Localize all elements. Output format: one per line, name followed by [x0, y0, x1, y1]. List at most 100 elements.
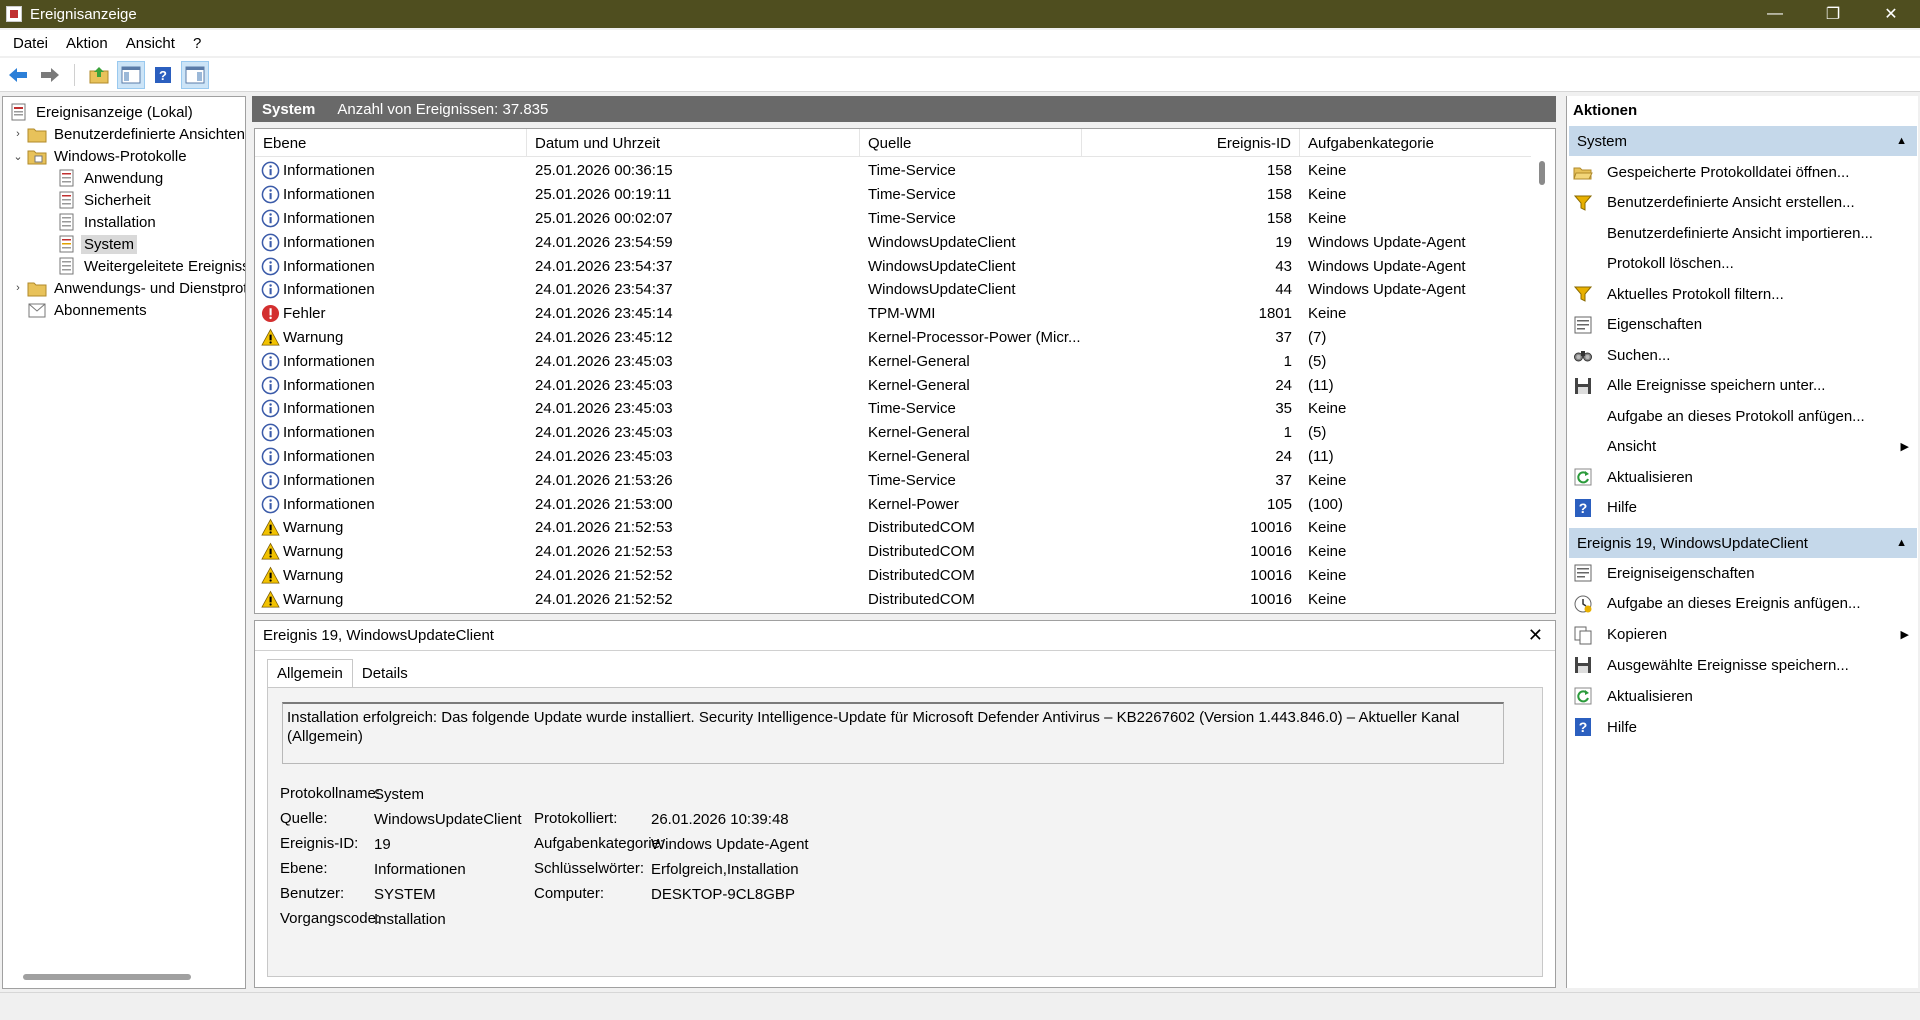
table-row[interactable]: Informationen 24.01.2026 23:45:03 Kernel-G…	[255, 373, 1531, 397]
action-item[interactable]: Gespeicherte Protokolldatei öffnen...	[1573, 158, 1913, 186]
column-ebene[interactable]: Ebene	[255, 129, 527, 157]
forward-arrow-icon[interactable]	[36, 61, 64, 89]
table-row[interactable]: Informationen 24.01.2026 23:45:03 Kernel-G…	[255, 445, 1531, 469]
tree-item-app-services[interactable]: › Anwendungs- und Dienstprotokolle	[11, 277, 245, 299]
value-task-category[interactable]: Windows Update-Agent	[651, 836, 809, 853]
tab-allgemein[interactable]: Allgemein	[267, 659, 353, 687]
action-item[interactable]: Ereigniseigenschaften	[1573, 559, 1913, 587]
info-icon	[261, 233, 280, 252]
action-item[interactable]: Aufgabe an dieses Ereignis anfügen...	[1573, 590, 1913, 618]
action-item[interactable]: Benutzerdefinierte Ansicht erstellen...	[1573, 189, 1913, 217]
table-row[interactable]: Warnung 24.01.2026 21:52:53 DistributedCOM…	[255, 516, 1531, 540]
tree-item-windows-logs[interactable]: ⌄ Windows-Protokolle	[11, 145, 190, 167]
warning-icon	[261, 566, 280, 585]
minimize-button[interactable]: —	[1746, 0, 1804, 28]
table-row[interactable]: Warnung 24.01.2026 21:52:53 DistributedCOM…	[255, 540, 1531, 564]
tree-item-installation[interactable]: Installation	[55, 211, 159, 233]
chevron-down-icon[interactable]: ⌄	[11, 150, 25, 163]
cell-text-date: 24.01.2026 23:45:03	[535, 352, 673, 370]
chevron-right-icon[interactable]: ›	[11, 128, 25, 140]
actions-section-system[interactable]: System ▲	[1569, 126, 1917, 156]
action-item[interactable]: Ausgewählte Ereignisse speichern...	[1573, 651, 1913, 679]
action-item[interactable]: Suchen...	[1573, 341, 1913, 369]
tab-details[interactable]: Details	[353, 659, 417, 687]
tree-item-system[interactable]: System	[55, 233, 138, 255]
cell-text-level: Warnung	[283, 519, 344, 537]
menu-aktion[interactable]: Aktion	[57, 35, 117, 52]
tree-horizontal-scrollbar[interactable]	[23, 974, 191, 980]
table-row[interactable]: Informationen 24.01.2026 23:45:03 Time-Ser…	[255, 397, 1531, 421]
close-icon[interactable]: ✕	[1528, 625, 1543, 646]
action-item[interactable]: ? Hilfe	[1573, 494, 1913, 522]
table-row[interactable]: Informationen 24.01.2026 21:53:26 Time-Ser…	[255, 468, 1531, 492]
tree-item-root[interactable]: Ereignisanzeige (Lokal)	[7, 101, 196, 123]
table-row[interactable]: Informationen 24.01.2026 23:45:03 Kernel-G…	[255, 421, 1531, 445]
column-ereignis-id[interactable]: Ereignis-ID	[1082, 129, 1300, 157]
cell-category: Keine	[1308, 516, 1528, 540]
action-item[interactable]: Benutzerdefinierte Ansicht importieren..…	[1573, 219, 1913, 247]
table-row[interactable]: Warnung 24.01.2026 23:45:12 Kernel-Process…	[255, 326, 1531, 350]
action-label: Eigenschaften	[1607, 316, 1703, 333]
tree-item-sicherheit[interactable]: Sicherheit	[55, 189, 154, 211]
collapse-up-icon[interactable]: ▲	[1896, 135, 1907, 147]
cell-source: TPM-WMI	[868, 302, 1080, 326]
column-aufgabenkategorie[interactable]: Aufgabenkategorie	[1300, 129, 1531, 157]
cell-text-level: Warnung	[283, 566, 344, 584]
table-row[interactable]: Informationen 24.01.2026 21:53:00 Kernel-P…	[255, 492, 1531, 516]
collapse-up-icon[interactable]: ▲	[1896, 537, 1907, 549]
table-row[interactable]: Warnung 24.01.2026 21:52:52 DistributedCOM…	[255, 564, 1531, 588]
close-button[interactable]: ✕	[1862, 0, 1920, 28]
menu-help[interactable]: ?	[184, 35, 210, 52]
show-hide-action-icon[interactable]	[181, 60, 209, 89]
cell-id: 1801	[1082, 302, 1292, 326]
action-item[interactable]: Eigenschaften	[1573, 311, 1913, 339]
value-opcode[interactable]: Installation	[374, 911, 446, 928]
table-row[interactable]: Informationen 25.01.2026 00:36:15 Time-Ser…	[255, 159, 1531, 183]
action-item[interactable]: Kopieren ▶	[1573, 621, 1913, 649]
table-row[interactable]: Informationen 24.01.2026 23:54:37 WindowsU…	[255, 278, 1531, 302]
tree-item-anwendung[interactable]: Anwendung	[55, 167, 166, 189]
help-icon[interactable]: ?	[149, 61, 177, 89]
tree-item-subscriptions[interactable]: Abonnements	[25, 299, 150, 321]
restore-button[interactable]: ❐	[1804, 0, 1862, 28]
value-source[interactable]: WindowsUpdateClient	[374, 811, 522, 828]
table-row[interactable]: Informationen 25.01.2026 00:19:11 Time-Ser…	[255, 183, 1531, 207]
table-row[interactable]: Informationen 25.01.2026 00:02:07 Time-Ser…	[255, 207, 1531, 231]
event-message[interactable]: Installation erfolgreich: Das folgende U…	[282, 702, 1504, 764]
actions-section-event[interactable]: Ereignis 19, WindowsUpdateClient ▲	[1569, 528, 1917, 558]
table-row[interactable]: Informationen 24.01.2026 23:45:03 Kernel-G…	[255, 349, 1531, 373]
action-item[interactable]: Protokoll löschen...	[1573, 250, 1913, 278]
folder-icon	[27, 128, 47, 143]
table-row[interactable]: Fehler 24.01.2026 23:45:14 TPM-WMI 1801 Kein…	[255, 302, 1531, 326]
action-item[interactable]: Ansicht ▶	[1573, 433, 1913, 461]
value-event-id[interactable]: 19	[374, 836, 391, 853]
value-logged[interactable]: 26.01.2026 10:39:48	[651, 811, 789, 828]
value-computer[interactable]: DESKTOP-9CL8GBP	[651, 886, 795, 903]
table-row[interactable]: Informationen 24.01.2026 23:54:37 WindowsU…	[255, 254, 1531, 278]
show-hide-tree-icon[interactable]	[117, 60, 145, 89]
column-quelle[interactable]: Quelle	[860, 129, 1082, 157]
action-item[interactable]: ? Hilfe	[1573, 713, 1913, 741]
chevron-right-icon[interactable]: ›	[11, 282, 25, 294]
action-item[interactable]: Aktuelles Protokoll filtern...	[1573, 280, 1913, 308]
action-item[interactable]: Aktualisieren	[1573, 682, 1913, 710]
action-item[interactable]: Aktualisieren	[1573, 463, 1913, 491]
tree-item-forwarded[interactable]: Weitergeleitete Ereignisse	[55, 255, 245, 277]
value-log-name[interactable]: System	[374, 786, 424, 803]
back-arrow-icon[interactable]	[4, 61, 32, 89]
action-item[interactable]: Alle Ereignisse speichern unter...	[1573, 372, 1913, 400]
action-item[interactable]: Aufgabe an dieses Protokoll anfügen...	[1573, 402, 1913, 430]
tree-item-custom-views[interactable]: › Benutzerdefinierte Ansichten	[11, 123, 245, 145]
cell-category: Keine	[1308, 397, 1528, 421]
value-level[interactable]: Informationen	[374, 861, 466, 878]
column-datum[interactable]: Datum und Uhrzeit	[527, 129, 860, 157]
detail-header: Ereignis 19, WindowsUpdateClient	[255, 621, 1555, 651]
list-vertical-scrollbar[interactable]	[1539, 161, 1545, 185]
table-row[interactable]: Informationen 24.01.2026 23:54:59 WindowsU…	[255, 230, 1531, 254]
menu-ansicht[interactable]: Ansicht	[117, 35, 184, 52]
folder-up-icon[interactable]	[85, 61, 113, 89]
value-keywords[interactable]: Erfolgreich,Installation	[651, 861, 799, 878]
table-row[interactable]: Warnung 24.01.2026 21:52:52 DistributedCOM…	[255, 587, 1531, 611]
value-user[interactable]: SYSTEM	[374, 886, 436, 903]
menu-datei[interactable]: Datei	[4, 35, 57, 52]
